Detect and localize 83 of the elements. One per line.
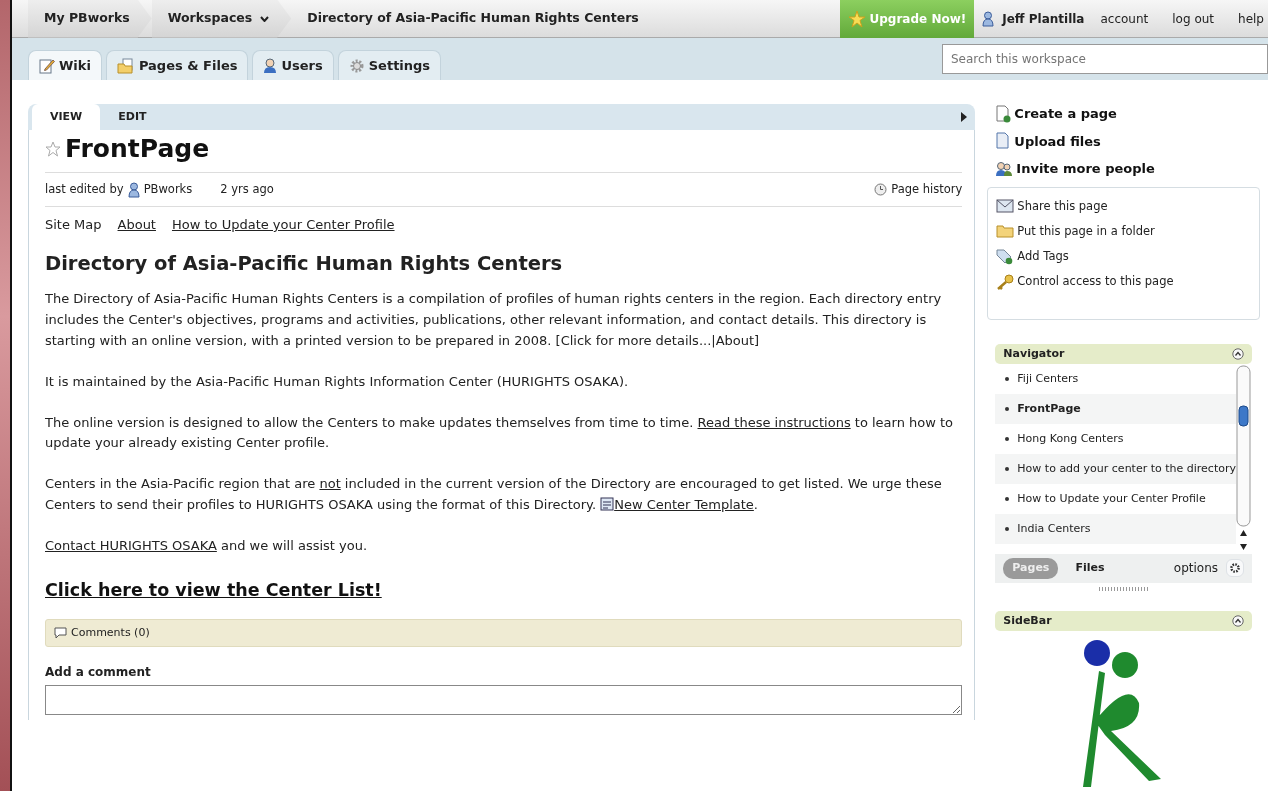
page-tab[interactable]: VIEW xyxy=(32,103,101,130)
people-icon xyxy=(995,160,1014,177)
header-link[interactable]: account xyxy=(1100,9,1149,28)
action-link[interactable]: Invite more people xyxy=(995,159,1260,179)
header-link[interactable]: log out xyxy=(1172,9,1215,28)
page-action-link[interactable]: Control access to this page xyxy=(996,273,1251,291)
person-icon xyxy=(982,10,995,27)
speech-bubble-icon xyxy=(54,627,67,640)
collapse-icon xyxy=(1232,614,1244,627)
comments-bar[interactable]: Comments (0) xyxy=(45,618,963,648)
edited-label: last edited by xyxy=(45,181,124,198)
mail-icon xyxy=(996,199,1015,214)
star-icon xyxy=(847,9,866,28)
person-icon xyxy=(127,181,140,198)
user-icon xyxy=(263,57,278,74)
navigator-item[interactable]: Hong Kong Centers xyxy=(995,424,1236,454)
paragraph: The online version is designed to allow the Centers to make updates themselves from time to time. Read these instructions to learn how to update your already existing Center profile. xyxy=(45,413,955,453)
workspace-tab[interactable]: Users xyxy=(252,50,334,80)
breadcrumb-link[interactable]: My PBworks xyxy=(28,0,152,38)
arrow-icon xyxy=(961,112,968,122)
center-list-link[interactable]: Click here to view the Center List! xyxy=(45,576,382,603)
paragraph: It is maintained by the Asia-Pacific Human Rights Information Center (HURIGHTS OSAKA). xyxy=(45,372,630,391)
navigator-item[interactable]: Fiji Centers xyxy=(995,364,1236,394)
paragraph: Centers in the Asia-Pacific region that are not included in the current version of the Directory are encouraged to get listed. We urge these Centers to send their profiles to HURIGHTS OSAKA using the format of this Directory. New Center Template. xyxy=(45,475,943,514)
page-link[interactable]: About xyxy=(117,215,156,237)
gear-icon xyxy=(1229,562,1241,575)
folder-icon xyxy=(996,224,1015,239)
page-tab[interactable]: EDIT xyxy=(100,103,165,130)
comment-field[interactable] xyxy=(45,685,963,716)
bullet-icon xyxy=(1005,497,1010,501)
tag-icon xyxy=(996,248,1015,265)
page-action-link[interactable]: Share this page xyxy=(996,197,1251,215)
key-icon xyxy=(996,273,1015,290)
edited-time: 2 yrs ago xyxy=(220,181,274,198)
collapse-icon xyxy=(1232,347,1244,360)
workspace-tab[interactable]: Wiki xyxy=(28,50,102,80)
pencil-page-icon xyxy=(39,57,55,74)
action-link[interactable]: Upload files xyxy=(995,131,1260,151)
header-link[interactable]: help xyxy=(1238,9,1264,28)
gear-icon xyxy=(348,57,365,74)
site-map-label: Site Map xyxy=(45,216,102,235)
options-button[interactable] xyxy=(1226,559,1244,578)
navigator-item[interactable]: How to add your center to the directory xyxy=(995,454,1236,484)
page-link[interactable]: How to Update your Center Profile xyxy=(171,215,395,237)
bullet-icon xyxy=(1005,407,1010,411)
page-history-link[interactable]: Page history xyxy=(891,181,963,199)
page-heading: Directory of Asia-Pacific Human Rights Centers xyxy=(45,252,564,276)
action-link[interactable]: Create a page xyxy=(995,104,1260,124)
bullet-icon xyxy=(1005,467,1010,471)
navigator-item[interactable]: How to Update your Center Profile xyxy=(995,484,1236,514)
search-field[interactable]: Search this workspace xyxy=(942,44,1268,74)
navigator-title: Navigator xyxy=(1003,345,1065,362)
page-action-link[interactable]: Put this page in a folder xyxy=(996,222,1251,240)
add-comment-label: Add a comment xyxy=(45,664,152,682)
caret-icon xyxy=(260,15,270,22)
page-icon xyxy=(995,132,1012,151)
sidebar-title: SideBar xyxy=(1003,612,1052,629)
view-toggle[interactable]: Files xyxy=(1066,558,1114,579)
editor-link[interactable]: PBworks xyxy=(143,181,193,199)
text-link[interactable]: Read these instructions xyxy=(697,414,851,430)
navigator-item[interactable]: India Centers xyxy=(995,514,1236,544)
bullet-icon xyxy=(1005,527,1010,531)
bullet-icon xyxy=(1005,377,1010,381)
text-link[interactable]: Contact HURIGHTS OSAKA xyxy=(45,537,217,553)
document-link[interactable]: New Center Template xyxy=(614,497,754,512)
paragraph: The Directory of Asia-Pacific Human Rights Centers is a compilation of profiles of human rights centers in the region. Each directory entry includes the Center's objectives, programs and activities, publications, other relevant information, and contact details. This directory is starting with an online version, with a printed version to be prepared in 2008. [Click for more details...|About] xyxy=(45,290,943,351)
folder-page-icon xyxy=(116,57,135,74)
resize-handle[interactable] xyxy=(1098,586,1149,591)
workspace-tab[interactable]: Pages & Files xyxy=(105,50,249,80)
paragraph: Contact HURIGHTS OSAKA and we will assist you. xyxy=(45,536,369,555)
workspace-title: Directory of Asia-Pacific Human Rights Centers xyxy=(306,9,640,28)
navigator-item[interactable]: FrontPage xyxy=(995,394,1236,424)
document-icon xyxy=(600,497,615,511)
add-page-icon xyxy=(995,104,1012,123)
options-label: options xyxy=(1173,560,1218,578)
user-name-link[interactable]: Jeff Plantilla xyxy=(1002,9,1085,28)
page-title: FrontPage xyxy=(65,134,210,164)
clock-icon xyxy=(874,183,888,197)
workspaces-dropdown[interactable]: Workspaces xyxy=(151,0,292,38)
workspace-tab[interactable]: Settings xyxy=(337,50,442,80)
comments-count: Comments (0) xyxy=(71,624,150,641)
bullet-icon xyxy=(1005,437,1010,441)
page-action-link[interactable]: Add Tags xyxy=(996,248,1251,266)
